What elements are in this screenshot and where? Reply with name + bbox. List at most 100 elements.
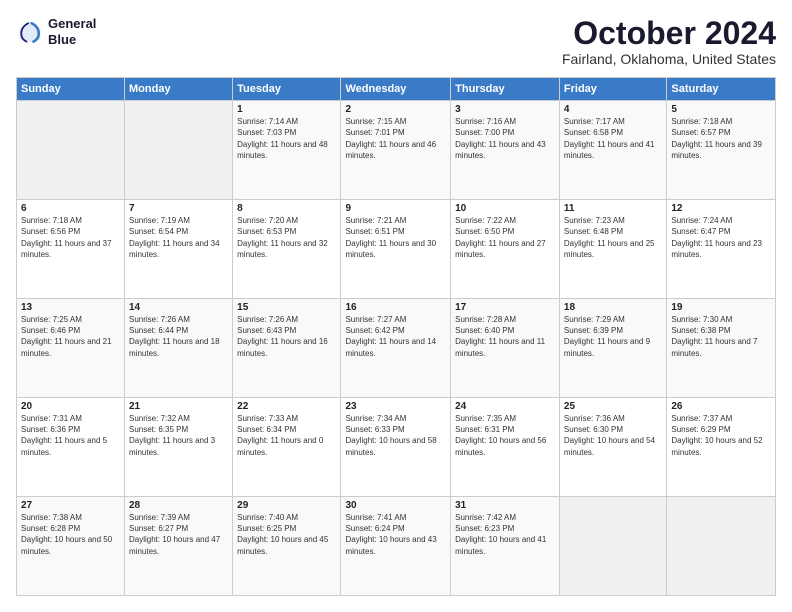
calendar-cell: 27Sunrise: 7:38 AM Sunset: 6:28 PM Dayli… — [17, 497, 125, 596]
day-number: 14 — [129, 302, 228, 313]
calendar-cell — [559, 497, 666, 596]
calendar-cell: 1Sunrise: 7:14 AM Sunset: 7:03 PM Daylig… — [233, 101, 341, 200]
calendar-cell: 7Sunrise: 7:19 AM Sunset: 6:54 PM Daylig… — [125, 200, 233, 299]
day-number: 27 — [21, 500, 120, 511]
day-info: Sunrise: 7:33 AM Sunset: 6:34 PM Dayligh… — [237, 413, 336, 458]
day-number: 26 — [671, 401, 771, 412]
day-info: Sunrise: 7:15 AM Sunset: 7:01 PM Dayligh… — [345, 116, 446, 161]
calendar-cell: 28Sunrise: 7:39 AM Sunset: 6:27 PM Dayli… — [125, 497, 233, 596]
calendar-cell: 11Sunrise: 7:23 AM Sunset: 6:48 PM Dayli… — [559, 200, 666, 299]
calendar-title: October 2024 — [562, 16, 776, 51]
day-info: Sunrise: 7:30 AM Sunset: 6:38 PM Dayligh… — [671, 314, 771, 359]
calendar-cell: 20Sunrise: 7:31 AM Sunset: 6:36 PM Dayli… — [17, 398, 125, 497]
day-info: Sunrise: 7:31 AM Sunset: 6:36 PM Dayligh… — [21, 413, 120, 458]
calendar-cell — [125, 101, 233, 200]
calendar-cell: 24Sunrise: 7:35 AM Sunset: 6:31 PM Dayli… — [451, 398, 560, 497]
calendar-cell: 15Sunrise: 7:26 AM Sunset: 6:43 PM Dayli… — [233, 299, 341, 398]
day-number: 9 — [345, 203, 446, 214]
calendar-cell: 26Sunrise: 7:37 AM Sunset: 6:29 PM Dayli… — [667, 398, 776, 497]
calendar-week-4: 20Sunrise: 7:31 AM Sunset: 6:36 PM Dayli… — [17, 398, 776, 497]
day-info: Sunrise: 7:14 AM Sunset: 7:03 PM Dayligh… — [237, 116, 336, 161]
calendar-cell: 5Sunrise: 7:18 AM Sunset: 6:57 PM Daylig… — [667, 101, 776, 200]
title-block: October 2024 Fairland, Oklahoma, United … — [562, 16, 776, 67]
day-info: Sunrise: 7:28 AM Sunset: 6:40 PM Dayligh… — [455, 314, 555, 359]
calendar-page: General Blue October 2024 Fairland, Okla… — [0, 0, 792, 612]
day-info: Sunrise: 7:42 AM Sunset: 6:23 PM Dayligh… — [455, 512, 555, 557]
calendar-week-3: 13Sunrise: 7:25 AM Sunset: 6:46 PM Dayli… — [17, 299, 776, 398]
day-number: 8 — [237, 203, 336, 214]
day-info: Sunrise: 7:26 AM Sunset: 6:43 PM Dayligh… — [237, 314, 336, 359]
day-number: 30 — [345, 500, 446, 511]
calendar-cell: 18Sunrise: 7:29 AM Sunset: 6:39 PM Dayli… — [559, 299, 666, 398]
calendar-cell: 12Sunrise: 7:24 AM Sunset: 6:47 PM Dayli… — [667, 200, 776, 299]
day-number: 12 — [671, 203, 771, 214]
calendar-cell: 4Sunrise: 7:17 AM Sunset: 6:58 PM Daylig… — [559, 101, 666, 200]
day-number: 5 — [671, 104, 771, 115]
calendar-week-5: 27Sunrise: 7:38 AM Sunset: 6:28 PM Dayli… — [17, 497, 776, 596]
calendar-week-2: 6Sunrise: 7:18 AM Sunset: 6:56 PM Daylig… — [17, 200, 776, 299]
day-number: 21 — [129, 401, 228, 412]
day-number: 11 — [564, 203, 662, 214]
calendar-cell — [667, 497, 776, 596]
day-info: Sunrise: 7:25 AM Sunset: 6:46 PM Dayligh… — [21, 314, 120, 359]
day-info: Sunrise: 7:39 AM Sunset: 6:27 PM Dayligh… — [129, 512, 228, 557]
day-info: Sunrise: 7:29 AM Sunset: 6:39 PM Dayligh… — [564, 314, 662, 359]
day-number: 19 — [671, 302, 771, 313]
day-info: Sunrise: 7:36 AM Sunset: 6:30 PM Dayligh… — [564, 413, 662, 458]
calendar-cell: 16Sunrise: 7:27 AM Sunset: 6:42 PM Dayli… — [341, 299, 451, 398]
col-friday: Friday — [559, 78, 666, 101]
header-row: Sunday Monday Tuesday Wednesday Thursday… — [17, 78, 776, 101]
day-number: 10 — [455, 203, 555, 214]
day-info: Sunrise: 7:16 AM Sunset: 7:00 PM Dayligh… — [455, 116, 555, 161]
calendar-subtitle: Fairland, Oklahoma, United States — [562, 51, 776, 67]
calendar-cell: 22Sunrise: 7:33 AM Sunset: 6:34 PM Dayli… — [233, 398, 341, 497]
calendar-cell: 31Sunrise: 7:42 AM Sunset: 6:23 PM Dayli… — [451, 497, 560, 596]
day-info: Sunrise: 7:18 AM Sunset: 6:56 PM Dayligh… — [21, 215, 120, 260]
header: General Blue October 2024 Fairland, Okla… — [16, 16, 776, 67]
logo-text: General Blue — [48, 16, 96, 47]
calendar-cell: 6Sunrise: 7:18 AM Sunset: 6:56 PM Daylig… — [17, 200, 125, 299]
day-number: 6 — [21, 203, 120, 214]
calendar-cell: 8Sunrise: 7:20 AM Sunset: 6:53 PM Daylig… — [233, 200, 341, 299]
day-info: Sunrise: 7:24 AM Sunset: 6:47 PM Dayligh… — [671, 215, 771, 260]
calendar-cell: 2Sunrise: 7:15 AM Sunset: 7:01 PM Daylig… — [341, 101, 451, 200]
day-number: 20 — [21, 401, 120, 412]
day-info: Sunrise: 7:18 AM Sunset: 6:57 PM Dayligh… — [671, 116, 771, 161]
day-number: 2 — [345, 104, 446, 115]
col-sunday: Sunday — [17, 78, 125, 101]
col-tuesday: Tuesday — [233, 78, 341, 101]
day-number: 22 — [237, 401, 336, 412]
day-info: Sunrise: 7:23 AM Sunset: 6:48 PM Dayligh… — [564, 215, 662, 260]
day-info: Sunrise: 7:35 AM Sunset: 6:31 PM Dayligh… — [455, 413, 555, 458]
day-number: 18 — [564, 302, 662, 313]
day-number: 29 — [237, 500, 336, 511]
day-number: 16 — [345, 302, 446, 313]
day-number: 7 — [129, 203, 228, 214]
col-wednesday: Wednesday — [341, 78, 451, 101]
day-number: 17 — [455, 302, 555, 313]
col-thursday: Thursday — [451, 78, 560, 101]
day-info: Sunrise: 7:41 AM Sunset: 6:24 PM Dayligh… — [345, 512, 446, 557]
calendar-cell: 14Sunrise: 7:26 AM Sunset: 6:44 PM Dayli… — [125, 299, 233, 398]
calendar-table: Sunday Monday Tuesday Wednesday Thursday… — [16, 77, 776, 596]
col-saturday: Saturday — [667, 78, 776, 101]
calendar-cell — [17, 101, 125, 200]
day-info: Sunrise: 7:21 AM Sunset: 6:51 PM Dayligh… — [345, 215, 446, 260]
calendar-cell: 10Sunrise: 7:22 AM Sunset: 6:50 PM Dayli… — [451, 200, 560, 299]
day-number: 1 — [237, 104, 336, 115]
day-info: Sunrise: 7:37 AM Sunset: 6:29 PM Dayligh… — [671, 413, 771, 458]
calendar-cell: 3Sunrise: 7:16 AM Sunset: 7:00 PM Daylig… — [451, 101, 560, 200]
day-info: Sunrise: 7:19 AM Sunset: 6:54 PM Dayligh… — [129, 215, 228, 260]
day-info: Sunrise: 7:22 AM Sunset: 6:50 PM Dayligh… — [455, 215, 555, 260]
calendar-cell: 17Sunrise: 7:28 AM Sunset: 6:40 PM Dayli… — [451, 299, 560, 398]
calendar-cell: 23Sunrise: 7:34 AM Sunset: 6:33 PM Dayli… — [341, 398, 451, 497]
day-info: Sunrise: 7:27 AM Sunset: 6:42 PM Dayligh… — [345, 314, 446, 359]
day-number: 3 — [455, 104, 555, 115]
calendar-header: Sunday Monday Tuesday Wednesday Thursday… — [17, 78, 776, 101]
day-number: 24 — [455, 401, 555, 412]
day-info: Sunrise: 7:32 AM Sunset: 6:35 PM Dayligh… — [129, 413, 228, 458]
day-number: 23 — [345, 401, 446, 412]
logo: General Blue — [16, 16, 96, 47]
calendar-cell: 30Sunrise: 7:41 AM Sunset: 6:24 PM Dayli… — [341, 497, 451, 596]
calendar-cell: 9Sunrise: 7:21 AM Sunset: 6:51 PM Daylig… — [341, 200, 451, 299]
